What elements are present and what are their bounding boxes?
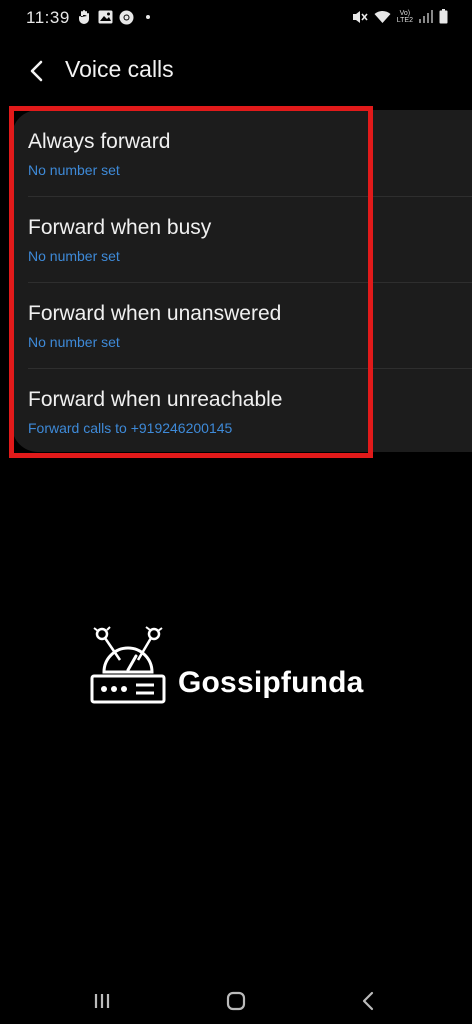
volte-badge: Vo) LTE2	[397, 10, 413, 24]
page-title: Voice calls	[65, 56, 174, 82]
more-notifications-dot	[146, 15, 150, 19]
wifi-icon	[374, 10, 391, 23]
home-icon	[226, 991, 246, 1011]
back-button[interactable]	[22, 56, 52, 86]
battery-icon	[439, 9, 448, 24]
recents-icon	[94, 994, 110, 1008]
hand-icon	[79, 10, 89, 24]
back-icon	[362, 991, 374, 1011]
watermark-text: Gossipfunda	[178, 666, 364, 699]
signal-icon	[419, 10, 433, 23]
nav-back-button[interactable]	[348, 986, 388, 1016]
volte-top-text: Vo)	[399, 9, 411, 17]
mute-icon	[352, 10, 368, 23]
volte-bottom-text: LTE2	[396, 16, 413, 24]
navigation-bar	[0, 976, 472, 1024]
status-time: 11:39	[26, 8, 70, 27]
status-right-icons: Vo) LTE2	[352, 9, 448, 24]
gossipfunda-logo-icon	[90, 626, 166, 704]
home-button[interactable]	[216, 986, 256, 1016]
recents-button[interactable]	[82, 986, 122, 1016]
image-icon	[98, 10, 113, 24]
notification-icons	[78, 9, 150, 25]
watermark: Gossipfunda	[90, 624, 390, 708]
app-bar: Voice calls	[0, 48, 472, 92]
status-bar: 11:39 Vo) LTE2	[0, 0, 472, 36]
chrome-icon	[119, 10, 134, 24]
highlight-annotation-box	[9, 106, 373, 458]
chevron-left-icon	[30, 60, 43, 82]
